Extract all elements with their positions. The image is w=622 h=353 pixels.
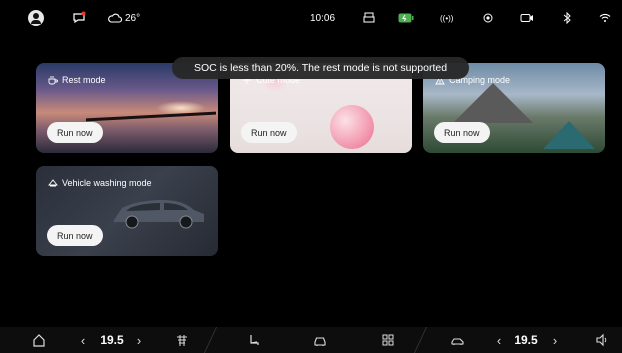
user-avatar[interactable]: [28, 10, 44, 26]
left-temp-decrease-chevron-left-icon[interactable]: ‹: [76, 327, 90, 353]
volume-icon[interactable]: [590, 327, 614, 353]
card-title: Vehicle washing mode: [48, 178, 152, 188]
seat-icon[interactable]: [242, 327, 266, 353]
car-front-icon[interactable]: [308, 327, 332, 353]
right-temp-decrease-chevron-left-icon[interactable]: ‹: [492, 327, 506, 353]
apps-grid-icon[interactable]: [376, 327, 400, 353]
camera-icon: [520, 10, 534, 26]
right-temp-value: 19.5: [514, 333, 538, 347]
weather: 26°: [108, 10, 140, 26]
rear-defrost-icon[interactable]: [170, 327, 194, 353]
cloud-icon: [108, 13, 122, 23]
clock: 10:06: [310, 12, 336, 24]
car-wash-icon: [48, 179, 58, 187]
signal-indicator: ((•)): [440, 13, 454, 23]
suv-image: [114, 200, 204, 229]
right-temp-increase-chevron-right-icon[interactable]: ›: [548, 327, 562, 353]
bluetooth-icon: [562, 10, 572, 26]
run-now-button-rest[interactable]: Run now: [47, 122, 103, 143]
pier-image: [86, 111, 216, 122]
home-icon[interactable]: [26, 327, 52, 353]
status-bar: 26° 10:06 ((•)): [0, 0, 622, 36]
bubble-graphic: [330, 105, 374, 149]
run-now-button-camping[interactable]: Run now: [434, 122, 490, 143]
message-icon[interactable]: [72, 10, 86, 26]
location-icon: [482, 10, 494, 26]
card-vehicle-washing-mode[interactable]: Vehicle washing mode Run now: [36, 166, 218, 256]
left-temp-value: 19.5: [100, 333, 124, 347]
tent-image: [543, 121, 595, 149]
mountain-image: [453, 83, 533, 123]
printer-icon: [363, 10, 375, 26]
divider: [413, 327, 428, 353]
left-temp-increase-chevron-right-icon[interactable]: ›: [132, 327, 146, 353]
run-now-button-cute[interactable]: Run now: [241, 122, 297, 143]
weather-temp: 26°: [125, 12, 141, 24]
wifi-icon: [599, 10, 611, 26]
car-side-icon[interactable]: [446, 327, 470, 353]
bottom-control-bar: ‹ 19.5 › ‹ 19.5 ›: [0, 327, 622, 353]
card-title: Rest mode: [48, 75, 106, 85]
toast-message: SOC is less than 20%. The rest mode is n…: [172, 57, 469, 79]
divider: [203, 327, 218, 353]
battery-icon: [398, 10, 414, 26]
coffee-icon: [48, 76, 58, 85]
run-now-button-washing[interactable]: Run now: [47, 225, 103, 246]
